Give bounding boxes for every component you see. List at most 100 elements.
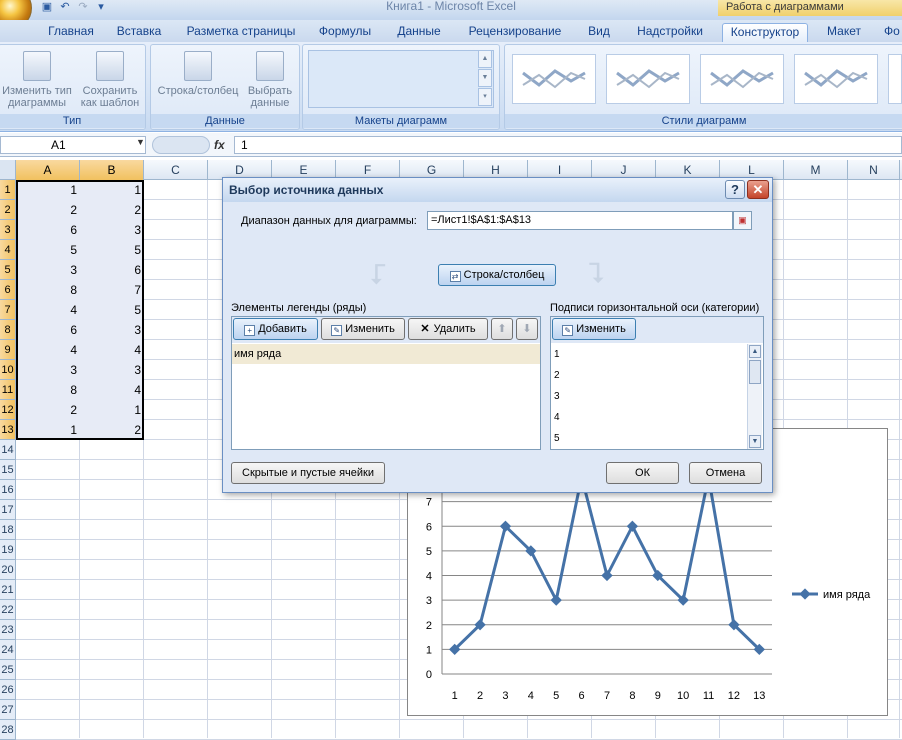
tab-review[interactable]: Рецензирование xyxy=(460,23,570,42)
data-point[interactable] xyxy=(626,520,639,532)
save-as-template-button[interactable]: Сохранить как шаблон xyxy=(77,51,143,109)
cell-a3[interactable]: 6 xyxy=(17,220,80,240)
cell-a10[interactable]: 3 xyxy=(17,360,80,380)
layouts-more[interactable]: ▾ xyxy=(478,88,492,106)
collapse-dialog-icon[interactable]: ▣ xyxy=(733,211,752,230)
series-list-item[interactable]: имя ряда xyxy=(232,344,540,364)
scroll-up-icon[interactable]: ▲ xyxy=(749,345,761,358)
cell-b3[interactable]: 3 xyxy=(81,220,144,240)
cell-b13[interactable]: 2 xyxy=(81,420,144,440)
move-down-button[interactable]: ⬇ xyxy=(516,318,538,340)
tab-formulas[interactable]: Формулы xyxy=(312,23,378,42)
ok-button[interactable]: ОК xyxy=(606,462,679,484)
name-box[interactable]: A1 xyxy=(0,136,146,154)
cell-b8[interactable]: 3 xyxy=(81,320,144,340)
row-header[interactable]: 16 xyxy=(0,480,16,500)
row-header[interactable]: 9 xyxy=(0,340,16,360)
tab-page-layout[interactable]: Разметка страницы xyxy=(180,23,302,42)
formula-bar-splitter[interactable] xyxy=(152,136,210,154)
row-header[interactable]: 22 xyxy=(0,600,16,620)
cell-b2[interactable]: 2 xyxy=(81,200,144,220)
scroll-thumb[interactable] xyxy=(749,360,761,384)
cell-b7[interactable]: 5 xyxy=(81,300,144,320)
cell-a8[interactable]: 6 xyxy=(17,320,80,340)
tab-insert[interactable]: Вставка xyxy=(110,23,168,42)
cell-a6[interactable]: 8 xyxy=(17,280,80,300)
row-header[interactable]: 6 xyxy=(0,280,16,300)
row-header[interactable]: 12 xyxy=(0,400,16,420)
row-header[interactable]: 28 xyxy=(0,720,16,740)
select-data-button[interactable]: Выбрать данные xyxy=(243,51,297,109)
cell-b1[interactable]: 1 xyxy=(81,180,144,200)
column-header-a[interactable]: A xyxy=(16,160,80,180)
row-header[interactable]: 5 xyxy=(0,260,16,280)
cell-a9[interactable]: 4 xyxy=(17,340,80,360)
row-header[interactable]: 7 xyxy=(0,300,16,320)
row-header[interactable]: 26 xyxy=(0,680,16,700)
tab-format[interactable]: Фо xyxy=(884,23,902,42)
chart-style-2[interactable] xyxy=(606,54,690,104)
help-button[interactable]: ? xyxy=(725,180,745,199)
column-header-b[interactable]: B xyxy=(80,160,144,180)
column-header-n[interactable]: N xyxy=(848,160,900,180)
axis-label-item[interactable]: 1 xyxy=(554,349,560,360)
column-header-m[interactable]: M xyxy=(784,160,848,180)
tab-home[interactable]: Главная xyxy=(40,23,102,42)
formula-input[interactable]: 1 xyxy=(234,136,902,154)
row-header[interactable]: 15 xyxy=(0,460,16,480)
row-header[interactable]: 25 xyxy=(0,660,16,680)
layouts-scroll-up[interactable]: ▲ xyxy=(478,50,492,68)
axis-list-scrollbar[interactable]: ▲ ▼ xyxy=(747,344,762,449)
cell-b10[interactable]: 3 xyxy=(81,360,144,380)
row-header[interactable]: 8 xyxy=(0,320,16,340)
data-point[interactable] xyxy=(601,569,613,582)
cell-a13[interactable]: 1 xyxy=(17,420,80,440)
chart-data-range-input[interactable]: =Лист1!$A$1:$A$13 xyxy=(427,211,733,230)
row-header[interactable]: 18 xyxy=(0,520,16,540)
chart-style-5[interactable] xyxy=(888,54,902,104)
fx-icon[interactable]: fx xyxy=(214,138,225,152)
switch-row-column-dialog-button[interactable]: ⇄ Строка/столбец xyxy=(438,264,556,286)
axis-label-item[interactable]: 2 xyxy=(554,370,560,381)
chart-style-1[interactable] xyxy=(512,54,596,104)
row-header[interactable]: 19 xyxy=(0,540,16,560)
row-header[interactable]: 13 xyxy=(0,420,16,440)
save-icon[interactable]: ▣ xyxy=(40,1,54,13)
axis-label-item[interactable]: 3 xyxy=(554,391,560,402)
axis-label-item[interactable]: 5 xyxy=(554,433,560,444)
switch-row-column-button[interactable]: Строка/столбец xyxy=(155,51,241,97)
row-header[interactable]: 17 xyxy=(0,500,16,520)
cell-b4[interactable]: 5 xyxy=(81,240,144,260)
cell-b11[interactable]: 4 xyxy=(81,380,144,400)
hidden-empty-cells-button[interactable]: Скрытые и пустые ячейки xyxy=(231,462,385,484)
cell-b12[interactable]: 1 xyxy=(81,400,144,420)
name-box-dropdown-icon[interactable]: ▼ xyxy=(136,137,145,147)
chart-layouts-gallery[interactable] xyxy=(308,50,494,108)
customize-qat-icon[interactable]: ▾ xyxy=(94,1,108,13)
delete-series-button[interactable]: ✕ Удалить xyxy=(408,318,488,340)
row-header[interactable]: 21 xyxy=(0,580,16,600)
row-header[interactable]: 4 xyxy=(0,240,16,260)
tab-addins[interactable]: Надстройки xyxy=(628,23,712,42)
row-header[interactable]: 23 xyxy=(0,620,16,640)
data-point[interactable] xyxy=(550,594,562,606)
cell-b6[interactable]: 7 xyxy=(81,280,144,300)
close-button[interactable]: ✕ xyxy=(747,180,769,199)
row-header[interactable]: 20 xyxy=(0,560,16,580)
row-header[interactable]: 27 xyxy=(0,700,16,720)
row-header[interactable]: 3 xyxy=(0,220,16,240)
axis-label-item[interactable]: 4 xyxy=(554,412,560,423)
cell-a12[interactable]: 2 xyxy=(17,400,80,420)
edit-series-button[interactable]: ✎ Изменить xyxy=(321,318,405,340)
cell-a5[interactable]: 3 xyxy=(17,260,80,280)
chart-style-3[interactable] xyxy=(700,54,784,104)
cell-a4[interactable]: 5 xyxy=(17,240,80,260)
column-header-c[interactable]: C xyxy=(144,160,208,180)
select-all-corner[interactable] xyxy=(0,160,16,180)
row-header[interactable]: 10 xyxy=(0,360,16,380)
cell-b9[interactable]: 4 xyxy=(81,340,144,360)
tab-view[interactable]: Вид xyxy=(580,23,618,42)
cell-a7[interactable]: 4 xyxy=(17,300,80,320)
layouts-scroll-down[interactable]: ▼ xyxy=(478,69,492,87)
add-series-button[interactable]: + Добавить xyxy=(233,318,318,340)
